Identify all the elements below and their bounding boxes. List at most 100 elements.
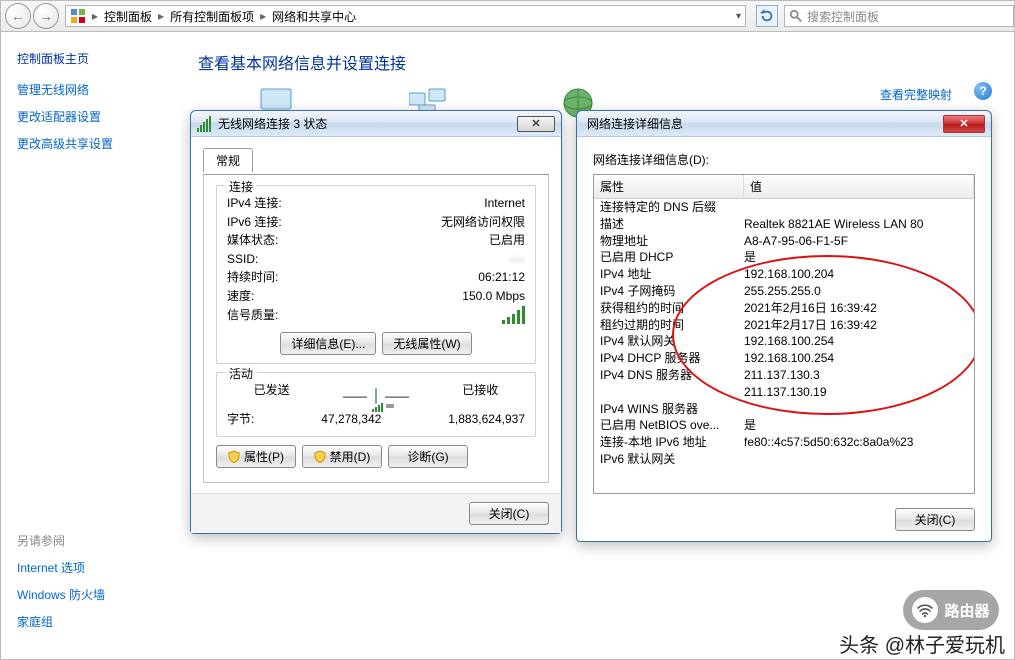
details-prop: 已启用 DHCP (594, 249, 744, 266)
ipv4-label: IPv4 连接: (227, 194, 282, 213)
signal-label: 信号质量: (227, 306, 278, 325)
disable-button-label: 禁用(D) (330, 448, 371, 465)
details-button[interactable]: 详细信息(E)... (280, 332, 376, 355)
details-val: Realtek 8821AE Wireless LAN 80 (744, 216, 974, 233)
status-title: 无线网络连接 3 状态 (218, 115, 517, 132)
group-connection-title: 连接 (225, 178, 257, 195)
bytes-label: 字节: (227, 410, 254, 429)
recv-label: 已接收 (462, 381, 498, 410)
breadcrumb-seg2[interactable]: 所有控制面板项 (166, 8, 258, 25)
back-button[interactable]: ← (5, 3, 31, 29)
author-watermark: 头条 @林子爱玩机 (839, 629, 1005, 658)
sidebar: 控制面板主页 管理无线网络 更改适配器设置 更改高级共享设置 另请参阅 Inte… (1, 32, 176, 659)
address-bar: ← → ▸ 控制面板 ▸ 所有控制面板项 ▸ 网络和共享中心 ▾ 搜索控制面板 (0, 0, 1015, 32)
details-row[interactable]: 连接-本地 IPv6 地址fe80::4c57:5d50:632c:8a0a%2… (594, 434, 974, 451)
diagnose-button[interactable]: 诊断(G) (388, 445, 468, 468)
details-row[interactable]: 描述Realtek 8821AE Wireless LAN 80 (594, 216, 974, 233)
sidebar-link-homegroup[interactable]: 家庭组 (17, 613, 160, 630)
tab-general[interactable]: 常规 (203, 148, 253, 172)
wifi-icon (912, 597, 938, 623)
sidebar-seealso-header: 另请参阅 (17, 532, 160, 549)
details-row[interactable]: 获得租约的时间2021年2月16日 16:39:42 (594, 300, 974, 317)
details-prop: IPv6 默认网关 (594, 451, 744, 468)
breadcrumb-bar[interactable]: ▸ 控制面板 ▸ 所有控制面板项 ▸ 网络和共享中心 ▾ (65, 5, 746, 27)
ssid-label: SSID: (227, 250, 258, 269)
status-close-button[interactable]: 关闭(C) (469, 502, 549, 525)
router-watermark: 路由器 (903, 590, 999, 630)
details-close-icon[interactable]: ✕ (943, 115, 985, 133)
properties-button[interactable]: 属性(P) (216, 445, 296, 468)
disable-button[interactable]: 禁用(D) (302, 445, 382, 468)
details-row[interactable]: 211.137.130.19 (594, 384, 974, 401)
details-title: 网络连接详细信息 (583, 115, 943, 132)
details-prop: 已启用 NetBIOS ove... (594, 417, 744, 434)
wireless-props-button[interactable]: 无线属性(W) (382, 332, 471, 355)
details-close-button[interactable]: 关闭(C) (895, 508, 975, 531)
details-row[interactable]: IPv4 默认网关192.168.100.254 (594, 333, 974, 350)
details-val (744, 199, 974, 216)
details-val: 211.137.130.3 (744, 367, 974, 384)
history-dropdown-icon[interactable]: ▾ (736, 11, 741, 22)
bytes-sent: 47,278,342 (254, 410, 448, 429)
shield-icon (228, 451, 240, 463)
details-row[interactable]: 连接特定的 DNS 后缀 (594, 199, 974, 216)
details-row[interactable]: IPv4 DNS 服务器211.137.130.3 (594, 367, 974, 384)
details-row[interactable]: 物理地址A8-A7-95-06-F1-5F (594, 233, 974, 250)
col-property[interactable]: 属性 (594, 175, 744, 198)
group-activity-title: 活动 (225, 365, 257, 382)
details-val: 192.168.100.254 (744, 333, 974, 350)
details-val: 211.137.130.19 (744, 384, 974, 401)
media-value: 已启用 (489, 231, 525, 250)
details-prop: IPv4 地址 (594, 266, 744, 283)
details-row[interactable]: IPv4 DHCP 服务器192.168.100.254 (594, 350, 974, 367)
details-row[interactable]: 已启用 DHCP是 (594, 249, 974, 266)
details-prop: IPv4 DNS 服务器 (594, 367, 744, 384)
details-label: 网络连接详细信息(D): (593, 151, 975, 168)
search-input[interactable]: 搜索控制面板 (784, 5, 1014, 27)
details-row[interactable]: 已启用 NetBIOS ove...是 (594, 417, 974, 434)
sidebar-link-wireless[interactable]: 管理无线网络 (17, 81, 160, 98)
details-prop: 获得租约的时间 (594, 300, 744, 317)
search-icon (789, 9, 803, 23)
details-header[interactable]: 属性 值 (594, 175, 974, 199)
control-panel-icon (70, 8, 86, 24)
details-row[interactable]: 租约过期的时间2021年2月17日 16:39:42 (594, 317, 974, 334)
breadcrumb-seg1[interactable]: 控制面板 (100, 8, 156, 25)
status-close-icon[interactable]: ✕ (517, 116, 555, 132)
breadcrumb-sep: ▸ (156, 9, 166, 23)
sidebar-link-sharing[interactable]: 更改高级共享设置 (17, 135, 160, 152)
details-val: 是 (744, 417, 974, 434)
duration-label: 持续时间: (227, 268, 278, 287)
details-titlebar[interactable]: 网络连接详细信息 ✕ (577, 111, 991, 137)
sidebar-link-inetopts[interactable]: Internet 选项 (17, 559, 160, 576)
details-val: A8-A7-95-06-F1-5F (744, 233, 974, 250)
view-full-map-link[interactable]: 查看完整映射 (880, 86, 952, 103)
details-val: 192.168.100.254 (744, 350, 974, 367)
refresh-button[interactable] (756, 5, 778, 27)
group-connection: 连接 IPv4 连接:Internet IPv6 连接:无网络访问权限 媒体状态… (216, 185, 536, 364)
details-row[interactable]: IPv4 子网掩码255.255.255.0 (594, 283, 974, 300)
sidebar-header: 控制面板主页 (17, 50, 160, 67)
shield-icon (314, 451, 326, 463)
col-value[interactable]: 值 (744, 175, 974, 198)
speed-label: 速度: (227, 287, 254, 306)
sent-label: 已发送 (254, 381, 290, 410)
breadcrumb-seg3[interactable]: 网络和共享中心 (268, 8, 360, 25)
details-prop: IPv4 WINS 服务器 (594, 401, 744, 418)
details-row[interactable]: IPv6 默认网关 (594, 451, 974, 468)
details-row[interactable]: IPv4 地址192.168.100.204 (594, 266, 974, 283)
monitor-icon (375, 387, 377, 406)
bytes-recv: 1,883,624,937 (448, 410, 525, 429)
sidebar-link-firewall[interactable]: Windows 防火墙 (17, 586, 160, 603)
details-prop: IPv4 默认网关 (594, 333, 744, 350)
forward-button[interactable]: → (33, 3, 59, 29)
details-row[interactable]: IPv4 WINS 服务器 (594, 401, 974, 418)
ipv6-label: IPv6 连接: (227, 213, 282, 232)
sidebar-link-adapter[interactable]: 更改适配器设置 (17, 108, 160, 125)
status-titlebar[interactable]: 无线网络连接 3 状态 ✕ (191, 111, 561, 137)
details-val: fe80::4c57:5d50:632c:8a0a%23 (744, 434, 974, 451)
signal-bars-icon (502, 306, 525, 324)
search-placeholder: 搜索控制面板 (807, 8, 879, 25)
details-listview[interactable]: 属性 值 连接特定的 DNS 后缀描述Realtek 8821AE Wirele… (593, 174, 975, 494)
connection-details-dialog: 网络连接详细信息 ✕ 网络连接详细信息(D): 属性 值 连接特定的 DNS 后… (576, 110, 992, 542)
